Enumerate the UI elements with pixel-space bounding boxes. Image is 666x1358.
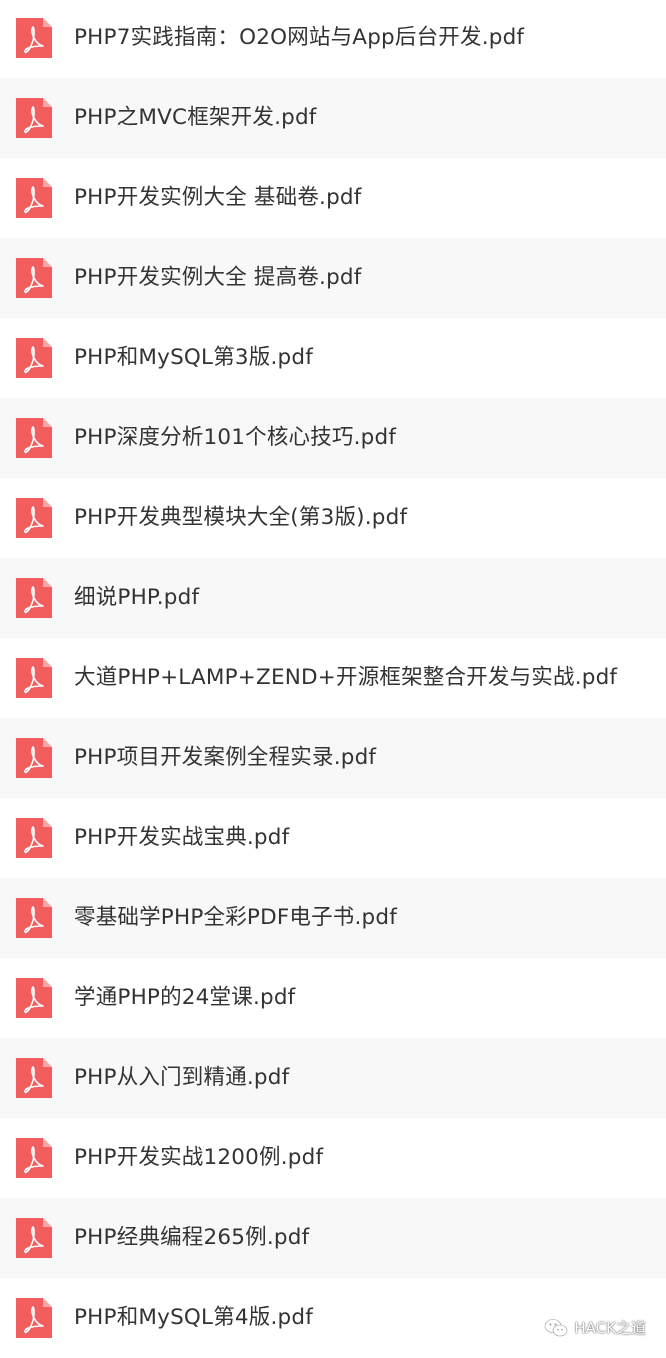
file-name: PHP7实践指南：O2O网站与App后台开发.pdf xyxy=(74,25,525,50)
file-name: 零基础学PHP全彩PDF电子书.pdf xyxy=(74,905,397,930)
pdf-icon xyxy=(16,578,52,618)
file-row[interactable]: PHP开发实战宝典.pdf xyxy=(0,798,666,878)
file-row[interactable]: PHP之MVC框架开发.pdf xyxy=(0,78,666,158)
file-name: PHP开发实战1200例.pdf xyxy=(74,1145,324,1170)
file-row[interactable]: PHP开发典型模块大全(第3版).pdf xyxy=(0,478,666,558)
pdf-icon xyxy=(16,1138,52,1178)
file-row[interactable]: 零基础学PHP全彩PDF电子书.pdf xyxy=(0,878,666,958)
file-row[interactable]: PHP开发实例大全 提高卷.pdf xyxy=(0,238,666,318)
file-row[interactable]: PHP开发实例大全 基础卷.pdf xyxy=(0,158,666,238)
watermark-text: HACK之道 xyxy=(574,1319,646,1337)
file-row[interactable]: PHP项目开发案例全程实录.pdf xyxy=(0,718,666,798)
file-row[interactable]: PHP从入门到精通.pdf xyxy=(0,1038,666,1118)
file-row[interactable]: 细说PHP.pdf xyxy=(0,558,666,638)
file-name: PHP和MySQL第3版.pdf xyxy=(74,345,313,370)
file-name: 大道PHP+LAMP+ZEND+开源框架整合开发与实战.pdf xyxy=(74,665,618,690)
wechat-icon xyxy=(545,1318,568,1336)
file-name: PHP开发典型模块大全(第3版).pdf xyxy=(74,505,408,530)
file-row[interactable]: PHP经典编程265例.pdf xyxy=(0,1198,666,1278)
file-row[interactable]: 学通PHP的24堂课.pdf xyxy=(0,958,666,1038)
file-row[interactable]: PHP和MySQL第3版.pdf xyxy=(0,318,666,398)
pdf-icon xyxy=(16,498,52,538)
pdf-icon xyxy=(16,338,52,378)
pdf-icon xyxy=(16,98,52,138)
pdf-icon xyxy=(16,978,52,1018)
file-name: PHP之MVC框架开发.pdf xyxy=(74,105,317,130)
pdf-icon xyxy=(16,818,52,858)
file-name: PHP开发实例大全 提高卷.pdf xyxy=(74,265,362,290)
file-list: PHP7实践指南：O2O网站与App后台开发.pdf PHP之MVC框架开发.pd… xyxy=(0,0,666,1356)
file-name: PHP开发实例大全 基础卷.pdf xyxy=(74,185,362,210)
watermark: HACK之道 xyxy=(544,1317,646,1338)
pdf-icon xyxy=(16,898,52,938)
pdf-icon xyxy=(16,18,52,58)
file-name: PHP从入门到精通.pdf xyxy=(74,1065,290,1090)
file-name: PHP开发实战宝典.pdf xyxy=(74,825,290,850)
pdf-icon xyxy=(16,1298,52,1338)
file-name: PHP和MySQL第4版.pdf xyxy=(74,1305,313,1330)
file-name: PHP项目开发案例全程实录.pdf xyxy=(74,745,377,770)
file-name: 学通PHP的24堂课.pdf xyxy=(74,985,296,1010)
pdf-icon xyxy=(16,1218,52,1258)
file-name: PHP深度分析101个核心技巧.pdf xyxy=(74,425,397,450)
pdf-icon xyxy=(16,658,52,698)
file-row[interactable]: PHP7实践指南：O2O网站与App后台开发.pdf xyxy=(0,0,666,78)
file-row[interactable]: PHP深度分析101个核心技巧.pdf xyxy=(0,398,666,478)
pdf-icon xyxy=(16,1058,52,1098)
pdf-icon xyxy=(16,178,52,218)
pdf-icon xyxy=(16,738,52,778)
pdf-icon xyxy=(16,258,52,298)
file-name: 细说PHP.pdf xyxy=(74,585,200,610)
pdf-icon xyxy=(16,418,52,458)
file-row[interactable]: PHP开发实战1200例.pdf xyxy=(0,1118,666,1198)
file-row[interactable]: 大道PHP+LAMP+ZEND+开源框架整合开发与实战.pdf xyxy=(0,638,666,718)
file-name: PHP经典编程265例.pdf xyxy=(74,1225,310,1250)
